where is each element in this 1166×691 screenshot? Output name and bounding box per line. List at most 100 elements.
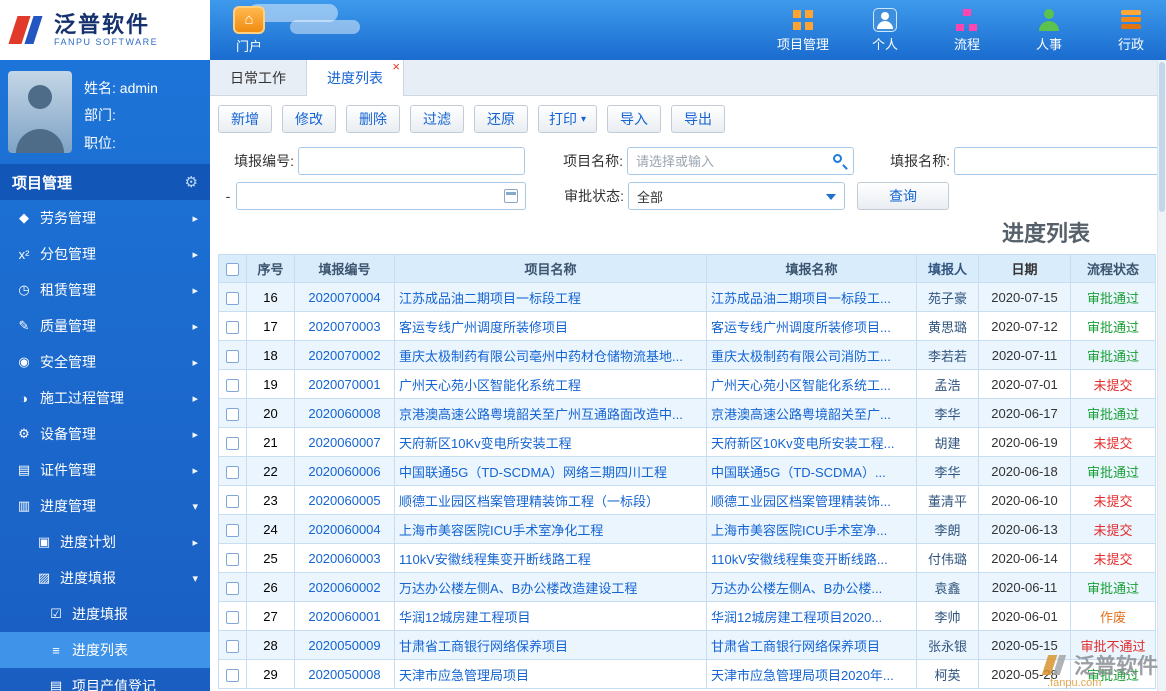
restore-button[interactable]: 还原: [474, 105, 528, 133]
row-checkbox[interactable]: [226, 465, 239, 479]
cell-project-name-link[interactable]: 顺德工业园区档案管理精装饰工程（一标段）: [394, 485, 707, 515]
row-checkbox[interactable]: [226, 552, 239, 566]
cell-report-no-link[interactable]: 2020070002: [294, 340, 395, 370]
row-checkbox[interactable]: [226, 494, 239, 508]
add-button[interactable]: 新增: [218, 105, 272, 133]
cell-report-name-link[interactable]: 广州天心苑小区智能化系统工...: [706, 369, 917, 399]
report-name-input[interactable]: [954, 147, 1159, 175]
search-icon[interactable]: [833, 154, 842, 163]
delete-button[interactable]: 删除: [346, 105, 400, 133]
gear-icon[interactable]: ⚙: [185, 173, 198, 191]
cell-project-name-link[interactable]: 110kV安徽线程集变开断线路工程: [394, 543, 707, 573]
query-button[interactable]: 查询: [857, 182, 949, 210]
row-checkbox[interactable]: [226, 581, 239, 595]
cell-report-name-link[interactable]: 江苏成品油二期项目一标段工...: [706, 282, 917, 312]
cell-person: 李帅: [916, 601, 979, 631]
topnav-hr[interactable]: 人事: [1020, 8, 1078, 53]
cell-report-name-link[interactable]: 万达办公楼左侧A、B办公楼...: [706, 572, 917, 602]
filter-button[interactable]: 过滤: [410, 105, 464, 133]
topnav-project-management[interactable]: 项目管理: [774, 8, 832, 53]
sidebar-item-progress-list[interactable]: ≡ 进度列表: [0, 632, 210, 668]
row-checkbox[interactable]: [226, 349, 239, 363]
cell-report-name-link[interactable]: 天津市应急管理局项目2020年...: [706, 659, 917, 689]
sidebar-item-progress-report[interactable]: ▨ 进度填报 ▾: [0, 560, 210, 596]
cell-report-name-link[interactable]: 天府新区10Kv变电所安装工程...: [706, 427, 917, 457]
cell-report-name-link[interactable]: 重庆太极制药有限公司消防工...: [706, 340, 917, 370]
cell-project-name-link[interactable]: 客运专线广州调度所装修项目: [394, 311, 707, 341]
sidebar-item-construction-process[interactable]: ◑ 施工过程管理 ▸: [0, 380, 210, 416]
cell-project-name-link[interactable]: 上海市美容医院ICU手术室净化工程: [394, 514, 707, 544]
sidebar-item-labor[interactable]: ◆ 劳务管理 ▸: [0, 200, 210, 236]
cell-report-name-link[interactable]: 京港澳高速公路粤境韶关至广...: [706, 398, 917, 428]
cell-report-name-link[interactable]: 华润12城房建工程项目2020...: [706, 601, 917, 631]
calendar-icon[interactable]: [504, 189, 518, 203]
cell-project-name-link[interactable]: 江苏成品油二期项目一标段工程: [394, 282, 707, 312]
cell-project-name-link[interactable]: 华润12城房建工程项目: [394, 601, 707, 631]
cell-project-name-link[interactable]: 广州天心苑小区智能化系统工程: [394, 369, 707, 399]
cell-report-name-link[interactable]: 中国联通5G（TD-SCDMA）...: [706, 456, 917, 486]
select-all-checkbox[interactable]: [226, 263, 239, 277]
cell-report-name-link[interactable]: 顺德工业园区档案管理精装饰...: [706, 485, 917, 515]
vertical-scrollbar[interactable]: [1157, 60, 1166, 691]
sidebar-item-progress[interactable]: ▥ 进度管理 ▾: [0, 488, 210, 524]
scrollbar-thumb[interactable]: [1159, 62, 1165, 212]
cell-report-no-link[interactable]: 2020070003: [294, 311, 395, 341]
row-checkbox[interactable]: [226, 639, 239, 653]
sidebar-item-safety[interactable]: ◉ 安全管理 ▸: [0, 344, 210, 380]
row-checkbox[interactable]: [226, 668, 239, 682]
sidebar-item-subcontract[interactable]: x² 分包管理 ▸: [0, 236, 210, 272]
cell-project-name-link[interactable]: 重庆太极制药有限公司亳州中药材仓储物流基地...: [394, 340, 707, 370]
sidebar-item-equipment[interactable]: ⚙ 设备管理 ▸: [0, 416, 210, 452]
approval-status-select[interactable]: 全部: [628, 182, 845, 210]
row-checkbox[interactable]: [226, 291, 239, 305]
date-input[interactable]: [236, 182, 526, 210]
cell-report-no-link[interactable]: 2020070001: [294, 369, 395, 399]
cell-report-name-link[interactable]: 上海市美容医院ICU手术室净...: [706, 514, 917, 544]
row-checkbox[interactable]: [226, 378, 239, 392]
cell-project-name-link[interactable]: 天府新区10Kv变电所安装工程: [394, 427, 707, 457]
sidebar-item-quality[interactable]: ✎ 质量管理 ▸: [0, 308, 210, 344]
cell-report-no-link[interactable]: 2020060002: [294, 572, 395, 602]
report-no-input[interactable]: [298, 147, 525, 175]
cell-project-name-link[interactable]: 万达办公楼左侧A、B办公楼改造建设工程: [394, 572, 707, 602]
cell-report-no-link[interactable]: 2020060006: [294, 456, 395, 486]
sidebar-item-project-output-register[interactable]: ▤ 项目产值登记: [0, 668, 210, 691]
cell-report-no-link[interactable]: 2020050008: [294, 659, 395, 689]
topnav-workflow[interactable]: 流程: [938, 8, 996, 53]
cell-report-no-link[interactable]: 2020060005: [294, 485, 395, 515]
row-checkbox[interactable]: [226, 523, 239, 537]
sidebar-item-progress-report-entry[interactable]: ☑ 进度填报: [0, 596, 210, 632]
tab-progress-list[interactable]: 进度列表 ×: [306, 60, 404, 96]
print-button[interactable]: 打印 ▾: [538, 105, 598, 133]
cell-project-name-link[interactable]: 中国联通5G（TD-SCDMA）网络三期四川工程: [394, 456, 707, 486]
sidebar-item-lease[interactable]: ◷ 租赁管理 ▸: [0, 272, 210, 308]
cell-report-name-link[interactable]: 客运专线广州调度所装修项目...: [706, 311, 917, 341]
row-checkbox[interactable]: [226, 436, 239, 450]
close-tab-icon[interactable]: ×: [392, 60, 400, 73]
cell-report-name-link[interactable]: 甘肃省工商银行网络保养项目: [706, 630, 917, 660]
tab-daily-work[interactable]: 日常工作: [210, 60, 306, 96]
cell-report-name-link[interactable]: 110kV安徽线程集变开断线路...: [706, 543, 917, 573]
modify-button[interactable]: 修改: [282, 105, 336, 133]
sidebar-item-progress-plan[interactable]: ▣ 进度计划 ▸: [0, 524, 210, 560]
cell-report-no-link[interactable]: 2020060003: [294, 543, 395, 573]
cell-report-no-link[interactable]: 2020060008: [294, 398, 395, 428]
portal-button[interactable]: ⌂ 门户: [226, 5, 272, 55]
cell-report-no-link[interactable]: 2020050009: [294, 630, 395, 660]
project-name-input[interactable]: [627, 147, 854, 175]
cell-project-name-link[interactable]: 天津市应急管理局项目: [394, 659, 707, 689]
topnav-administration[interactable]: 行政: [1102, 8, 1160, 53]
cell-report-no-link[interactable]: 2020060001: [294, 601, 395, 631]
cell-report-no-link[interactable]: 2020070004: [294, 282, 395, 312]
topnav-personal[interactable]: 个人: [856, 7, 914, 53]
cell-project-name-link[interactable]: 甘肃省工商银行网络保养项目: [394, 630, 707, 660]
export-button[interactable]: 导出: [671, 105, 726, 133]
import-button[interactable]: 导入: [607, 105, 662, 133]
row-checkbox[interactable]: [226, 407, 239, 421]
row-checkbox[interactable]: [226, 320, 239, 334]
cell-report-no-link[interactable]: 2020060004: [294, 514, 395, 544]
cell-project-name-link[interactable]: 京港澳高速公路粤境韶关至广州互通路面改造中...: [394, 398, 707, 428]
cell-report-no-link[interactable]: 2020060007: [294, 427, 395, 457]
sidebar-item-certificate[interactable]: ▤ 证件管理 ▸: [0, 452, 210, 488]
row-checkbox[interactable]: [226, 610, 239, 624]
